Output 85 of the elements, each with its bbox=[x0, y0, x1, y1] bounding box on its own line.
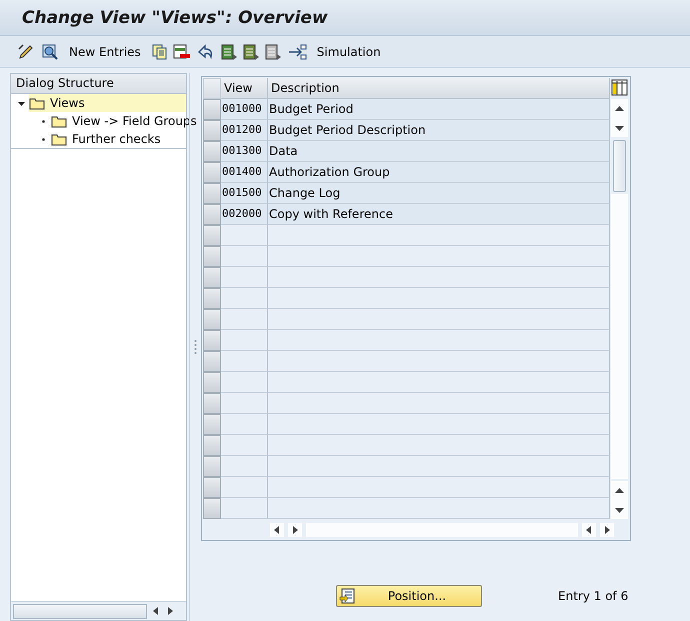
pencil-icon[interactable] bbox=[17, 42, 35, 60]
table-cell bbox=[221, 288, 268, 309]
transfer-icon[interactable] bbox=[286, 44, 307, 60]
column-settings-icon[interactable] bbox=[610, 78, 629, 97]
undo-icon[interactable] bbox=[196, 44, 215, 60]
row-selector[interactable] bbox=[203, 309, 221, 330]
table-cell: 001500 bbox=[221, 183, 268, 204]
scroll-up-icon[interactable] bbox=[611, 481, 628, 500]
search-icon[interactable] bbox=[41, 42, 59, 60]
folder-icon bbox=[51, 114, 67, 128]
row-selector[interactable] bbox=[203, 267, 221, 288]
entry-counter: Entry 1 of 6 bbox=[558, 589, 628, 603]
table-cell bbox=[221, 477, 268, 498]
deselect-icon[interactable] bbox=[264, 44, 281, 60]
row-selector[interactable] bbox=[203, 477, 221, 498]
row-selector[interactable] bbox=[203, 456, 221, 477]
row-selector[interactable] bbox=[203, 435, 221, 456]
table-cell: Data bbox=[268, 141, 610, 162]
table-cell: 002000 bbox=[221, 204, 268, 225]
select-block-icon[interactable] bbox=[242, 44, 259, 60]
table-cell bbox=[221, 372, 268, 393]
scroll-down-icon[interactable] bbox=[611, 118, 628, 137]
tree-item[interactable]: Views bbox=[48, 96, 87, 110]
table-cell bbox=[221, 351, 268, 372]
column-header[interactable]: View bbox=[221, 78, 268, 99]
tree-item[interactable]: Further checks bbox=[70, 132, 163, 146]
table-cell bbox=[221, 330, 268, 351]
select-all-button[interactable] bbox=[203, 78, 221, 99]
row-selector[interactable] bbox=[203, 393, 221, 414]
table-cell: 001300 bbox=[221, 141, 268, 162]
table-cell: Authorization Group bbox=[268, 162, 610, 183]
window-title: Change View "Views": Overview bbox=[22, 8, 328, 28]
table-cell bbox=[221, 435, 268, 456]
row-selector[interactable] bbox=[203, 246, 221, 267]
table-cell: 001000 bbox=[221, 99, 268, 120]
position-button[interactable]: Position... bbox=[336, 585, 482, 607]
table-cell bbox=[221, 393, 268, 414]
row-selector[interactable] bbox=[203, 162, 221, 183]
table-cell bbox=[221, 267, 268, 288]
row-selector[interactable] bbox=[203, 498, 221, 519]
table-cell: Budget Period bbox=[268, 99, 610, 120]
table-cell: Budget Period Description bbox=[268, 120, 610, 141]
panel-header: Dialog Structure bbox=[11, 74, 186, 94]
select-all-icon[interactable] bbox=[220, 44, 237, 60]
copy-icon[interactable] bbox=[150, 44, 167, 60]
table-cell bbox=[221, 414, 268, 435]
table-cell bbox=[221, 246, 268, 267]
row-selector[interactable] bbox=[203, 183, 221, 204]
row-selector[interactable] bbox=[203, 204, 221, 225]
column-header[interactable]: Description bbox=[268, 78, 610, 99]
table-cell: Change Log bbox=[268, 183, 610, 204]
table-cell: 001200 bbox=[221, 120, 268, 141]
scroll-right-icon[interactable] bbox=[600, 522, 614, 536]
table-cell bbox=[221, 498, 268, 519]
scroll-left-icon[interactable] bbox=[151, 605, 161, 617]
row-selector[interactable] bbox=[203, 141, 221, 162]
row-selector[interactable] bbox=[203, 225, 221, 246]
row-selector[interactable] bbox=[203, 351, 221, 372]
scroll-down-icon[interactable] bbox=[611, 500, 628, 519]
row-selector[interactable] bbox=[203, 330, 221, 351]
table-cell: Copy with Reference bbox=[268, 204, 610, 225]
tree-item[interactable]: View -> Field Groups bbox=[70, 114, 199, 128]
position-icon bbox=[339, 588, 355, 604]
scroll-left-icon[interactable] bbox=[270, 522, 284, 536]
scrollbar-thumb[interactable] bbox=[13, 604, 147, 618]
row-selector[interactable] bbox=[203, 414, 221, 435]
table-cell bbox=[221, 225, 268, 246]
splitter-handle-icon[interactable] bbox=[194, 339, 197, 355]
scrollbar-thumb[interactable] bbox=[613, 140, 626, 192]
scroll-right-icon[interactable] bbox=[288, 522, 302, 536]
row-selector[interactable] bbox=[203, 120, 221, 141]
row-selector[interactable] bbox=[203, 372, 221, 393]
scroll-up-icon[interactable] bbox=[611, 99, 628, 118]
table-cell bbox=[221, 309, 268, 330]
delete-row-icon[interactable] bbox=[172, 44, 191, 60]
scroll-left-icon[interactable] bbox=[582, 522, 596, 536]
toolbar-button[interactable]: New Entries bbox=[65, 44, 145, 58]
table-cell bbox=[221, 456, 268, 477]
row-selector[interactable] bbox=[203, 288, 221, 309]
toolbar-button[interactable]: Simulation bbox=[312, 44, 385, 58]
folder-icon bbox=[51, 132, 67, 146]
row-selector[interactable] bbox=[203, 99, 221, 120]
table-cell: 001400 bbox=[221, 162, 268, 183]
scroll-right-icon[interactable] bbox=[165, 605, 175, 617]
folder-icon bbox=[29, 96, 45, 110]
